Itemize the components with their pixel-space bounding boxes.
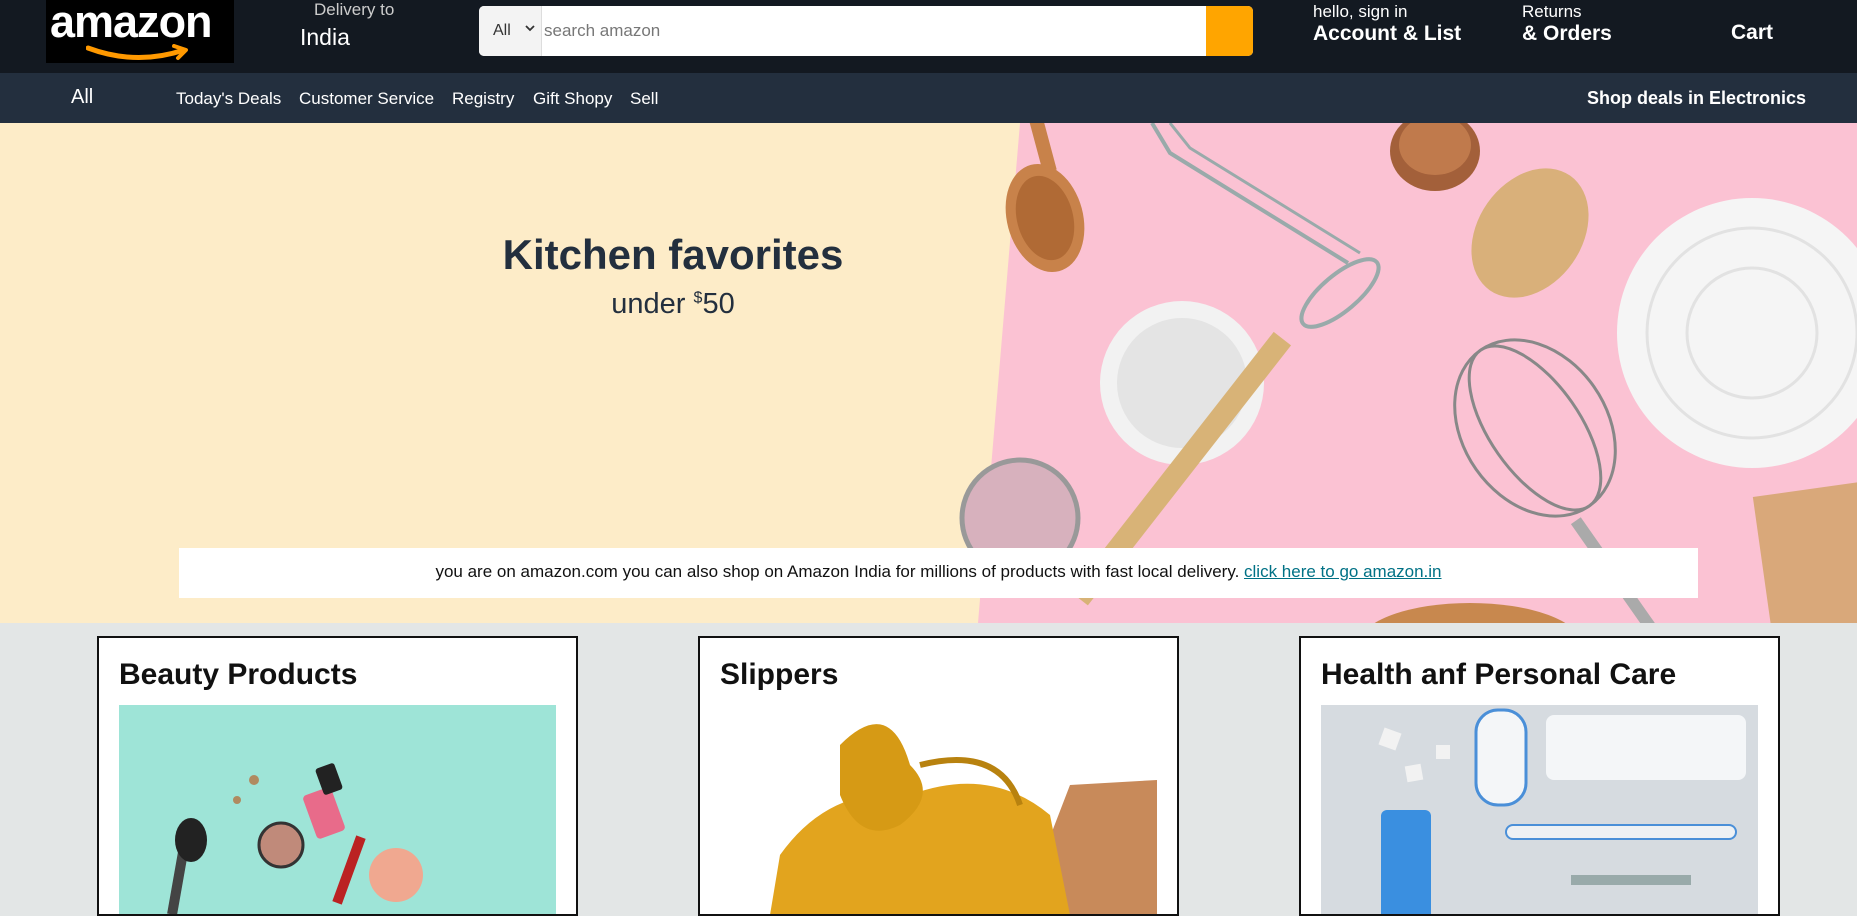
notice-text: you are on amazon.com you can also shop … <box>435 562 1245 581</box>
amazon-logo[interactable]: amazon <box>46 0 234 63</box>
account-greeting: hello, sign in <box>1313 2 1408 21</box>
amazon-in-link[interactable]: click here to go amazon.in <box>1244 562 1442 581</box>
delivery-country: India <box>300 24 350 50</box>
delivery-location[interactable]: Delivery to India <box>300 0 440 60</box>
region-notice: you are on amazon.com you can also shop … <box>179 548 1698 598</box>
beauty-products-image <box>119 705 556 914</box>
category-card-beauty[interactable]: Beauty Products <box>97 636 578 916</box>
delivery-label: Delivery to <box>314 0 395 19</box>
all-menu-button[interactable]: All <box>71 86 93 109</box>
card-title: Slippers <box>720 658 839 691</box>
subnav-item-sell[interactable]: Sell <box>630 89 658 109</box>
card-title: Beauty Products <box>119 658 358 691</box>
account-and-lists[interactable]: hello, sign in Account & List <box>1313 0 1473 60</box>
search-bar: All <box>479 6 1253 56</box>
returns-and-orders[interactable]: Returns & Orders <box>1522 0 1632 60</box>
subnav-item-registry[interactable]: Registry <box>452 89 514 109</box>
subnav-item-customer-service[interactable]: Customer Service <box>299 89 434 109</box>
shop-deals-electronics[interactable]: Shop deals in Electronics <box>1587 88 1806 109</box>
amazon-smile-icon <box>86 44 188 60</box>
search-input[interactable] <box>542 6 1184 56</box>
account-label: Account & List <box>1313 22 1462 45</box>
hero-title: Kitchen favorites <box>502 231 844 278</box>
hero-subtitle: under $50 <box>0 288 1346 321</box>
returns-label: Returns <box>1522 2 1582 21</box>
top-header: amazon Delivery to India All hello, sign… <box>0 0 1857 73</box>
sub-navigation: All Today's Deals Customer Service Regis… <box>0 73 1857 123</box>
search-category-label: All <box>493 22 511 39</box>
orders-label: & Orders <box>1522 22 1612 45</box>
chevron-down-icon <box>525 25 535 32</box>
category-card-health[interactable]: Health anf Personal Care <box>1299 636 1780 916</box>
category-card-slippers[interactable]: Slippers <box>698 636 1179 916</box>
subnav-item-gift-shopy[interactable]: Gift Shopy <box>533 89 612 109</box>
subnav-item-todays-deals[interactable]: Today's Deals <box>176 89 281 109</box>
health-personal-care-image <box>1321 705 1758 914</box>
cart-link[interactable]: Cart <box>1731 21 1773 45</box>
hero-price: 50 <box>702 288 735 320</box>
card-title: Health anf Personal Care <box>1321 658 1677 691</box>
hero-subtitle-prefix: under <box>611 288 694 320</box>
search-category-select[interactable]: All <box>479 6 542 56</box>
logo-text: amazon <box>50 0 213 47</box>
search-button[interactable] <box>1206 6 1253 56</box>
slippers-image <box>720 705 1157 914</box>
